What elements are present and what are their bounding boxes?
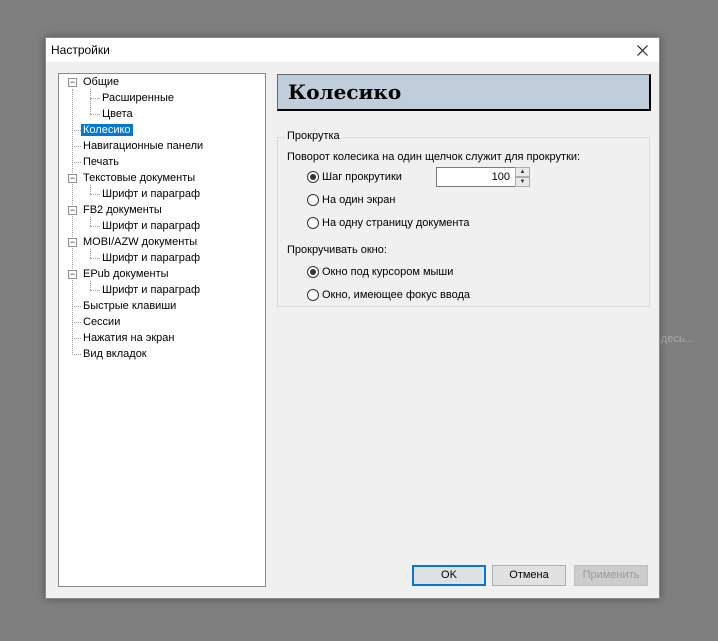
- tree-connector: [72, 89, 73, 355]
- radio-label: Окно, имеющее фокус ввода: [322, 289, 470, 301]
- radio-window-focused[interactable]: Окно, имеющее фокус ввода: [307, 288, 470, 302]
- tree-item-label: Колесико: [81, 124, 133, 136]
- group-title: Прокрутка: [285, 130, 342, 142]
- radio-indicator: [307, 171, 319, 183]
- tree-item-fb2-font[interactable]: Шрифт и параграф: [100, 218, 202, 234]
- tree-connector: [90, 217, 91, 226]
- collapse-icon[interactable]: −: [68, 206, 77, 215]
- tree-connector: [90, 290, 100, 291]
- tree-connector: [90, 185, 91, 194]
- tree-item-text-docs[interactable]: − Текстовые документы: [68, 170, 197, 186]
- tree-item-label: Расширенные: [102, 92, 174, 104]
- tree-item-label: Цвета: [102, 108, 133, 120]
- tree-connector: [90, 249, 91, 258]
- page-title: Колесико: [288, 80, 402, 104]
- window-question-label: Прокручивать окно:: [287, 244, 387, 256]
- tree-item-colors[interactable]: Цвета: [100, 106, 135, 122]
- tree-connector: [72, 146, 81, 147]
- tree-item-sessions[interactable]: Сессии: [81, 314, 122, 330]
- tree-item-fb2-docs[interactable]: − FB2 документы: [68, 202, 164, 218]
- window-title: Настройки: [51, 43, 110, 57]
- title-bar: Настройки: [46, 38, 659, 62]
- close-button[interactable]: [625, 38, 659, 62]
- tree-item-print[interactable]: Печать: [81, 154, 121, 170]
- tree-item-label: FB2 документы: [83, 204, 162, 216]
- tree-item-label: Навигационные панели: [83, 140, 204, 152]
- apply-button[interactable]: Применить: [574, 565, 648, 586]
- tree-connector: [90, 194, 100, 195]
- tree-connector: [90, 114, 100, 115]
- tree-item-general[interactable]: − Общие: [68, 74, 121, 90]
- tree-connector: [90, 89, 91, 114]
- tree-item-advanced[interactable]: Расширенные: [100, 90, 176, 106]
- tree-item-hotkeys[interactable]: Быстрые клавиши: [81, 298, 178, 314]
- tree-item-nav-panels[interactable]: Навигационные панели: [81, 138, 205, 154]
- radio-scroll-page[interactable]: На одну страницу документа: [307, 216, 470, 230]
- radio-scroll-step[interactable]: Шаг прокрутики: [307, 170, 402, 184]
- tree-connector: [72, 354, 81, 355]
- radio-label: На один экран: [322, 194, 396, 206]
- tree-item-text-font[interactable]: Шрифт и параграф: [100, 186, 202, 202]
- radio-indicator: [307, 266, 319, 278]
- tree-item-label: Шрифт и параграф: [102, 220, 201, 232]
- collapse-icon[interactable]: −: [68, 174, 77, 183]
- tree-item-tab-view[interactable]: Вид вкладок: [81, 346, 149, 362]
- tree-item-label: Общие: [83, 76, 120, 88]
- tree-item-mobi-docs[interactable]: − MOBI/AZW документы: [68, 234, 199, 250]
- radio-indicator: [307, 194, 319, 206]
- tree-connector: [72, 130, 81, 131]
- tree-item-screen-taps[interactable]: Нажатия на экран: [81, 330, 176, 346]
- collapse-icon[interactable]: −: [68, 78, 77, 87]
- tree-item-label: Печать: [83, 156, 120, 168]
- radio-label: Шаг прокрутики: [322, 171, 402, 183]
- cancel-button[interactable]: Отмена: [492, 565, 566, 586]
- tree-item-wheel[interactable]: Колесико: [81, 122, 133, 138]
- tree-item-label: Сессии: [83, 316, 121, 328]
- tree-item-epub-font[interactable]: Шрифт и параграф: [100, 282, 202, 298]
- radio-indicator: [307, 217, 319, 229]
- tree-item-label: Текстовые документы: [83, 172, 196, 184]
- tree-item-label: MOBI/AZW документы: [83, 236, 198, 248]
- page-header: Колесико: [277, 74, 651, 111]
- tree-connector: [90, 258, 100, 259]
- close-icon: [636, 44, 648, 56]
- settings-dialog: Настройки − Общие Расширенные Цвета Коле…: [45, 37, 660, 599]
- tree-connector: [90, 226, 100, 227]
- tree-connector: [72, 322, 81, 323]
- tree-item-label: EPub документы: [83, 268, 169, 280]
- tree-connector: [90, 281, 91, 290]
- tree-item-label: Быстрые клавиши: [83, 300, 177, 312]
- radio-scroll-screen[interactable]: На один экран: [307, 193, 395, 207]
- scroll-step-input[interactable]: 100: [436, 167, 516, 187]
- tree-connector: [72, 162, 81, 163]
- tree-connector: [72, 306, 81, 307]
- radio-indicator: [307, 289, 319, 301]
- scroll-question-label: Поворот колесика на один щелчок служит д…: [287, 151, 581, 163]
- collapse-icon[interactable]: −: [68, 270, 77, 279]
- spin-down-button[interactable]: ▼: [515, 177, 530, 187]
- radio-label: На одну страницу документа: [322, 217, 470, 229]
- tree-item-mobi-font[interactable]: Шрифт и параграф: [100, 250, 202, 266]
- tree-item-label: Шрифт и параграф: [102, 252, 201, 264]
- background-hint-text: здесь...: [656, 333, 694, 345]
- tree-connector: [72, 338, 81, 339]
- ok-button[interactable]: OK: [412, 565, 486, 586]
- tree-connector: [90, 98, 100, 99]
- tree-item-label: Шрифт и параграф: [102, 284, 201, 296]
- tree-item-epub-docs[interactable]: − EPub документы: [68, 266, 171, 282]
- radio-label: Окно под курсором мыши: [322, 266, 454, 278]
- scroll-groupbox: Прокрутка Поворот колесика на один щелчо…: [277, 130, 650, 307]
- radio-window-under-cursor[interactable]: Окно под курсором мыши: [307, 265, 453, 279]
- scroll-step-spinner: ▲ ▼: [515, 167, 530, 187]
- tree-item-label: Шрифт и параграф: [102, 188, 201, 200]
- collapse-icon[interactable]: −: [68, 238, 77, 247]
- spin-up-button[interactable]: ▲: [515, 167, 530, 177]
- tree-item-label: Вид вкладок: [83, 348, 147, 360]
- settings-tree[interactable]: − Общие Расширенные Цвета Колесико Навиг…: [58, 73, 266, 587]
- tree-item-label: Нажатия на экран: [83, 332, 175, 344]
